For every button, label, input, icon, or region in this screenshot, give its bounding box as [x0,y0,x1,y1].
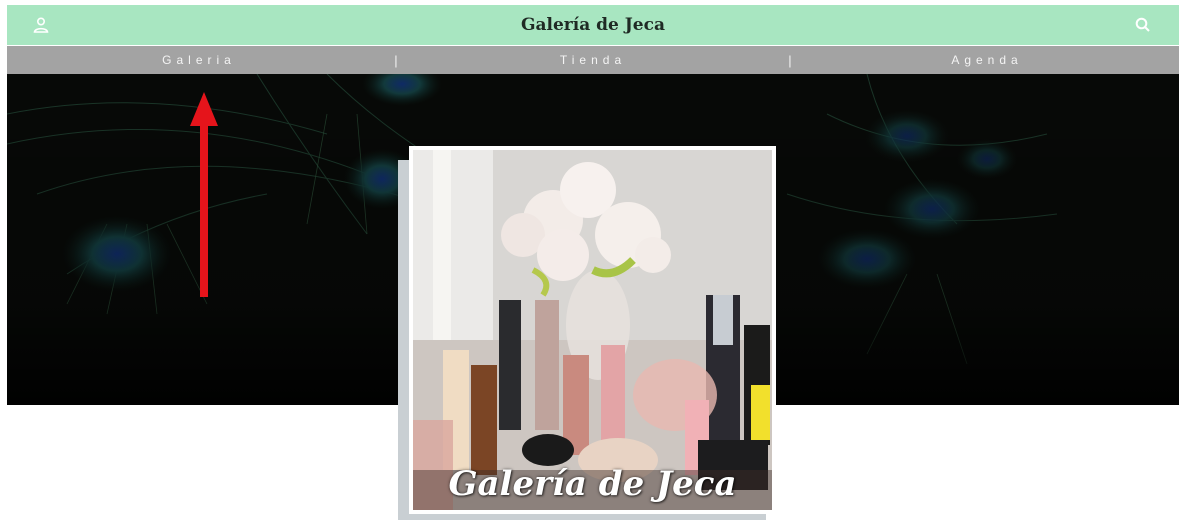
user-icon[interactable] [31,15,51,35]
red-arrow-annotation [190,92,218,297]
search-icon[interactable] [1133,15,1153,35]
card-caption: Galería de Jeca [448,464,737,504]
site-title[interactable]: Galería de Jeca [521,15,665,35]
makeup-and-peonies-photo: Galería de Jeca [413,150,772,510]
nav-separator: | [788,52,792,68]
main-nav: Galeria | Tienda | Agenda [7,46,1179,74]
featured-image-card[interactable]: Galería de Jeca [409,146,776,514]
nav-item-tienda[interactable]: Tienda [401,53,785,67]
nav-separator: | [394,52,398,68]
nav-item-agenda[interactable]: Agenda [795,53,1179,67]
nav-item-galeria[interactable]: Galeria [7,53,391,67]
top-header-bar: Galería de Jeca [7,5,1179,45]
